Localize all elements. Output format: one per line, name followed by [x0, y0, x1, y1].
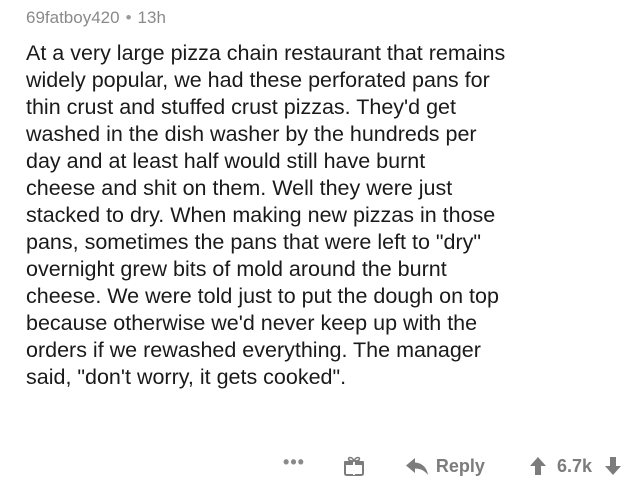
reply-label: Reply: [435, 455, 485, 476]
meta-separator: •: [125, 8, 132, 27]
vote-controls: 6.7k: [529, 456, 622, 477]
gift-icon[interactable]: [343, 455, 365, 477]
upvote-arrow-icon[interactable]: [529, 456, 547, 476]
comment-body: At a very large pizza chain restaurant t…: [26, 41, 506, 389]
vote-score: 6.7k: [556, 455, 592, 476]
username[interactable]: 69fatboy420: [26, 8, 120, 28]
reply-button[interactable]: Reply: [405, 456, 485, 477]
reply-arrow-icon: [405, 458, 428, 475]
comment-age: 13h: [137, 8, 166, 27]
comment-meta: 69fatboy420 • 13h: [26, 8, 166, 28]
downvote-arrow-icon[interactable]: [604, 456, 622, 476]
more-options-icon[interactable]: •••: [283, 452, 305, 473]
comment: 69fatboy420 • 13h At a very large pizza …: [0, 0, 640, 484]
comment-actions: ••• Reply 6.7k: [283, 448, 622, 484]
